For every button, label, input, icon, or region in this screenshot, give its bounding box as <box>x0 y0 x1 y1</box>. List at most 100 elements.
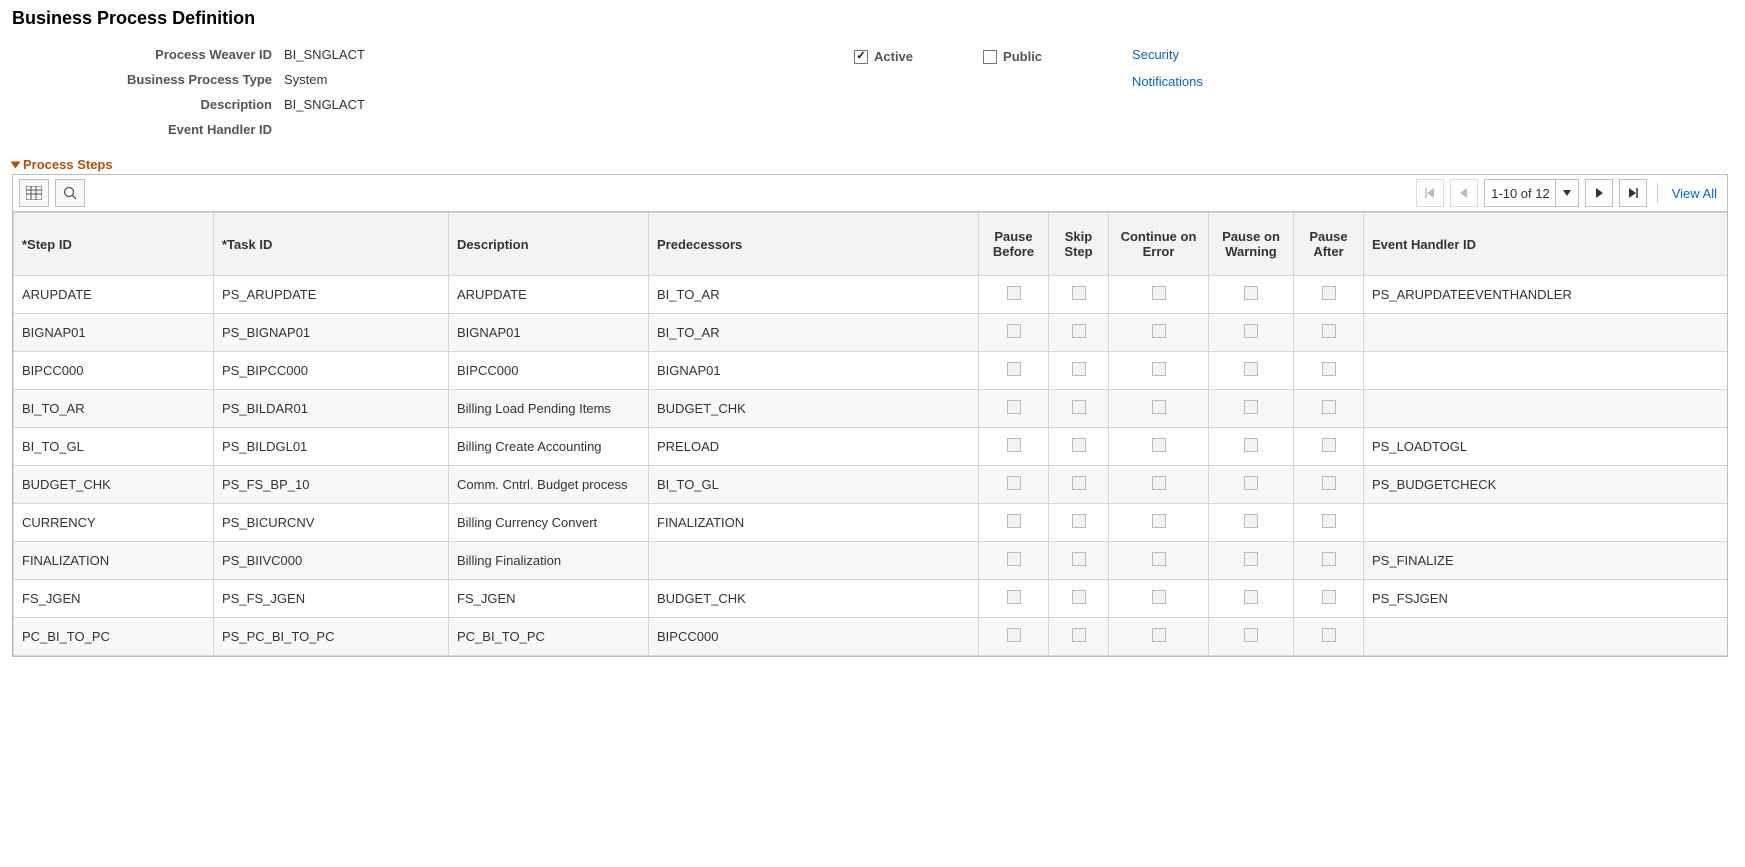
col-task-id[interactable]: *Task ID <box>214 213 449 276</box>
cell-task-id: PS_ARUPDATE <box>214 276 449 314</box>
pause-on-warning-checkbox[interactable] <box>1244 590 1258 604</box>
pause-after-checkbox[interactable] <box>1322 590 1336 604</box>
pause-before-checkbox[interactable] <box>1007 552 1021 566</box>
col-pause-before[interactable]: Pause Before <box>979 213 1049 276</box>
continue-on-error-checkbox[interactable] <box>1152 476 1166 490</box>
pause-after-checkbox[interactable] <box>1322 324 1336 338</box>
pause-on-warning-checkbox[interactable] <box>1244 628 1258 642</box>
pause-on-warning-cell <box>1209 428 1294 466</box>
pause-on-warning-checkbox[interactable] <box>1244 362 1258 376</box>
col-step-id[interactable]: *Step ID <box>14 213 214 276</box>
pause-after-checkbox[interactable] <box>1322 514 1336 528</box>
skip-step-checkbox[interactable] <box>1072 590 1086 604</box>
row-range-select[interactable]: 1-10 of 12 <box>1484 179 1579 207</box>
pause-on-warning-checkbox[interactable] <box>1244 286 1258 300</box>
col-description[interactable]: Description <box>449 213 649 276</box>
pause-after-checkbox[interactable] <box>1322 400 1336 414</box>
pause-before-checkbox[interactable] <box>1007 590 1021 604</box>
col-event-handler-id[interactable]: Event Handler ID <box>1364 213 1729 276</box>
cell-task-id: PS_FS_BP_10 <box>214 466 449 504</box>
continue-on-error-checkbox[interactable] <box>1152 324 1166 338</box>
col-pause-after[interactable]: Pause After <box>1294 213 1364 276</box>
continue-on-error-checkbox[interactable] <box>1152 514 1166 528</box>
pause-on-warning-checkbox[interactable] <box>1244 324 1258 338</box>
cell-event-handler-id <box>1364 618 1729 656</box>
skip-step-checkbox[interactable] <box>1072 552 1086 566</box>
process-steps-section-header[interactable]: Process Steps <box>12 157 1728 172</box>
continue-on-error-checkbox[interactable] <box>1152 438 1166 452</box>
header-values: BI_SNGLACT System BI_SNGLACT <box>272 47 504 137</box>
view-all-link[interactable]: View All <box>1672 186 1717 201</box>
pause-before-cell <box>979 580 1049 618</box>
pause-before-checkbox[interactable] <box>1007 362 1021 376</box>
find-button[interactable] <box>55 179 85 207</box>
skip-step-cell <box>1049 428 1109 466</box>
pause-before-checkbox[interactable] <box>1007 286 1021 300</box>
skip-step-checkbox[interactable] <box>1072 476 1086 490</box>
table-row: BI_TO_GLPS_BILDGL01Billing Create Accoun… <box>14 428 1729 466</box>
continue-on-error-cell <box>1109 580 1209 618</box>
cell-event-handler-id: PS_LOADTOGL <box>1364 428 1729 466</box>
pause-after-checkbox[interactable] <box>1322 552 1336 566</box>
continue-on-error-cell <box>1109 314 1209 352</box>
pause-before-checkbox[interactable] <box>1007 324 1021 338</box>
skip-step-cell <box>1049 466 1109 504</box>
first-page-button[interactable] <box>1416 179 1444 207</box>
active-checkbox-group: Active <box>854 49 913 64</box>
pause-before-checkbox[interactable] <box>1007 476 1021 490</box>
continue-on-error-checkbox[interactable] <box>1152 628 1166 642</box>
skip-step-checkbox[interactable] <box>1072 400 1086 414</box>
pause-before-checkbox[interactable] <box>1007 628 1021 642</box>
active-checkbox[interactable] <box>854 50 868 64</box>
cell-description: Billing Finalization <box>449 542 649 580</box>
notifications-link[interactable]: Notifications <box>1132 74 1203 89</box>
cell-event-handler-id <box>1364 314 1729 352</box>
cell-task-id: PS_FS_JGEN <box>214 580 449 618</box>
col-predecessors[interactable]: Predecessors <box>649 213 979 276</box>
next-page-button[interactable] <box>1585 179 1613 207</box>
grid-scroll-region[interactable]: *Step ID *Task ID Description Predecesso… <box>12 211 1728 657</box>
pause-after-checkbox[interactable] <box>1322 438 1336 452</box>
pause-before-cell <box>979 428 1049 466</box>
pause-on-warning-checkbox[interactable] <box>1244 400 1258 414</box>
skip-step-checkbox[interactable] <box>1072 514 1086 528</box>
last-page-button[interactable] <box>1619 179 1647 207</box>
continue-on-error-checkbox[interactable] <box>1152 286 1166 300</box>
cell-step-id: BIGNAP01 <box>14 314 214 352</box>
pause-before-checkbox[interactable] <box>1007 400 1021 414</box>
skip-step-checkbox[interactable] <box>1072 438 1086 452</box>
personalize-grid-button[interactable] <box>19 179 49 207</box>
pause-after-checkbox[interactable] <box>1322 628 1336 642</box>
pause-after-checkbox[interactable] <box>1322 286 1336 300</box>
chevron-down-icon <box>1563 190 1571 196</box>
skip-step-checkbox[interactable] <box>1072 362 1086 376</box>
pause-on-warning-checkbox[interactable] <box>1244 438 1258 452</box>
pause-before-checkbox[interactable] <box>1007 514 1021 528</box>
public-checkbox[interactable] <box>983 50 997 64</box>
cell-description: BIPCC000 <box>449 352 649 390</box>
prev-page-button[interactable] <box>1450 179 1478 207</box>
continue-on-error-checkbox[interactable] <box>1152 552 1166 566</box>
continue-on-error-checkbox[interactable] <box>1152 362 1166 376</box>
continue-on-error-checkbox[interactable] <box>1152 400 1166 414</box>
pause-after-checkbox[interactable] <box>1322 362 1336 376</box>
cell-event-handler-id <box>1364 390 1729 428</box>
toolbar-divider <box>1657 183 1658 203</box>
security-link[interactable]: Security <box>1132 47 1203 62</box>
col-continue-on-error[interactable]: Continue on Error <box>1109 213 1209 276</box>
pause-after-checkbox[interactable] <box>1322 476 1336 490</box>
pause-before-checkbox[interactable] <box>1007 438 1021 452</box>
pause-on-warning-checkbox[interactable] <box>1244 552 1258 566</box>
col-pause-on-warning[interactable]: Pause on Warning <box>1209 213 1294 276</box>
cell-predecessors: BUDGET_CHK <box>649 580 979 618</box>
skip-step-checkbox[interactable] <box>1072 324 1086 338</box>
pause-on-warning-checkbox[interactable] <box>1244 476 1258 490</box>
continue-on-error-checkbox[interactable] <box>1152 590 1166 604</box>
cell-task-id: PS_BILDAR01 <box>214 390 449 428</box>
skip-step-checkbox[interactable] <box>1072 628 1086 642</box>
pause-on-warning-checkbox[interactable] <box>1244 514 1258 528</box>
skip-step-cell <box>1049 542 1109 580</box>
cell-description: Comm. Cntrl. Budget process <box>449 466 649 504</box>
col-skip-step[interactable]: Skip Step <box>1049 213 1109 276</box>
skip-step-checkbox[interactable] <box>1072 286 1086 300</box>
